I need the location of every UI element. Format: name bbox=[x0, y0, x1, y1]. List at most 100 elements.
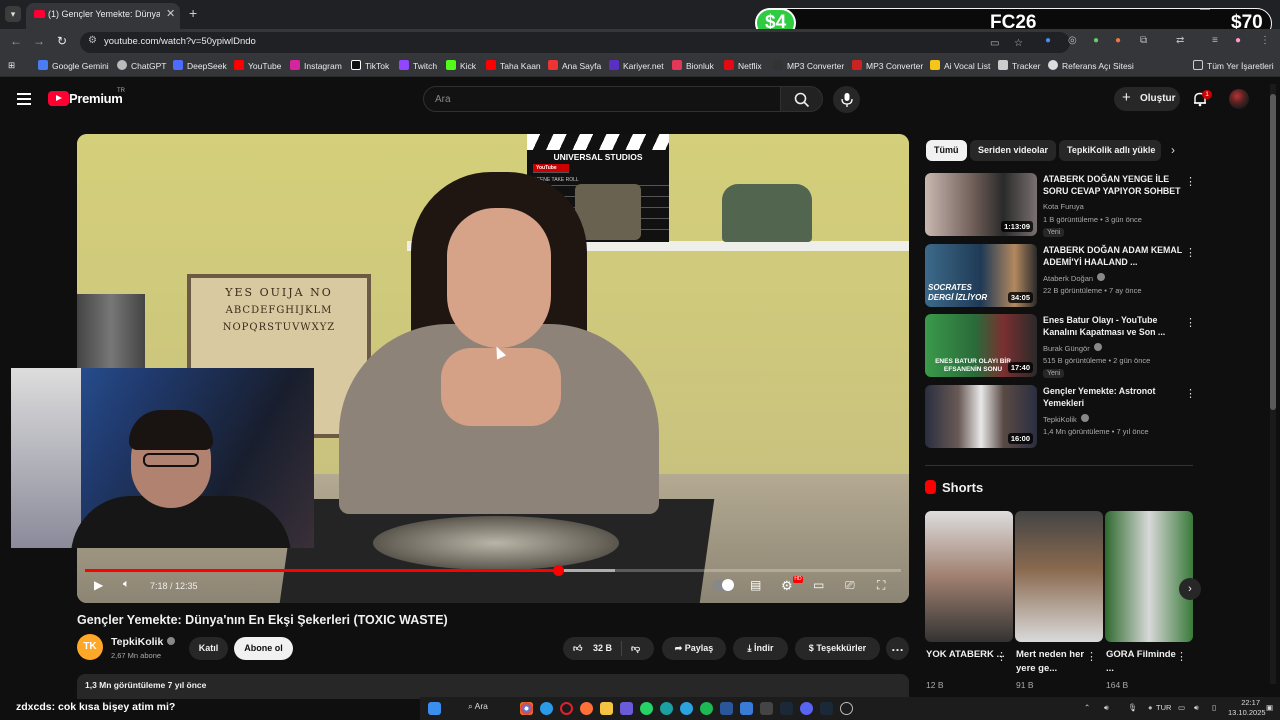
share-button[interactable]: ➦ Paylaş bbox=[662, 637, 726, 660]
autoplay-toggle[interactable] bbox=[712, 579, 734, 591]
bookmark-item[interactable]: MP3 Converter bbox=[852, 60, 923, 71]
fullscreen-icon[interactable]: ⛶ bbox=[877, 578, 885, 593]
search-button[interactable] bbox=[781, 86, 823, 112]
scrollbar-thumb[interactable] bbox=[1270, 94, 1276, 410]
steam-icon[interactable] bbox=[780, 702, 793, 715]
tray-mic-icon[interactable]: 🎙︎ bbox=[1128, 703, 1138, 712]
site-info-icon[interactable]: ⚙ bbox=[88, 35, 97, 46]
telegram-icon[interactable] bbox=[680, 702, 693, 715]
bookmark-star-icon[interactable]: ☆ bbox=[1014, 38, 1023, 49]
account-avatar[interactable] bbox=[1229, 89, 1249, 109]
volume-icon[interactable]: 🔈︎ bbox=[123, 578, 130, 591]
subtitles-icon[interactable]: ▤ bbox=[750, 578, 761, 592]
join-button[interactable]: Katıl bbox=[189, 637, 228, 660]
language-indicator[interactable]: TUR bbox=[1156, 703, 1171, 712]
like-count[interactable]: 32 B bbox=[593, 637, 612, 660]
bookmark-item[interactable]: ChatGPT bbox=[117, 60, 166, 71]
recommendation-item[interactable]: 16:00 Gençler Yemekte: Astronot Yemekler… bbox=[925, 385, 1196, 451]
more-options-icon[interactable]: ⋮ bbox=[1185, 316, 1196, 329]
play-icon[interactable]: ▶ bbox=[94, 578, 103, 592]
short-title[interactable]: YOK ATABERK ... bbox=[926, 648, 1006, 662]
volume-tray-icon[interactable]: 🔊︎ bbox=[1194, 703, 1199, 713]
channel-avatar[interactable]: TK bbox=[77, 634, 103, 660]
close-tab-icon[interactable]: ✕ bbox=[166, 3, 175, 25]
channel-name[interactable]: TepkiKolik bbox=[111, 636, 176, 648]
more-options-icon[interactable]: ⋮ bbox=[1176, 650, 1187, 663]
download-button[interactable]: ⤓ İndir bbox=[733, 637, 788, 660]
bookmark-item[interactable]: Ana Sayfa bbox=[548, 60, 601, 71]
short-title[interactable]: GORA Filminde ... bbox=[1106, 648, 1186, 676]
bookmark-item[interactable]: Google Gemini bbox=[38, 60, 109, 71]
edge-icon[interactable] bbox=[540, 702, 553, 715]
more-options-icon[interactable]: ⋮ bbox=[1185, 387, 1196, 400]
video-thumbnail[interactable]: 16:00 bbox=[925, 385, 1037, 448]
video-thumbnail[interactable]: ENES BATUR OLAYI BİR EFSANENİN SONU 17:4… bbox=[925, 314, 1037, 377]
bookmark-item[interactable]: Twitch bbox=[399, 60, 437, 71]
video-progress-bar[interactable] bbox=[85, 565, 901, 576]
tab-search-icon[interactable]: ▾ bbox=[5, 6, 21, 22]
chip-series[interactable]: Seriden videolar bbox=[970, 140, 1057, 161]
like-thumb-icon[interactable]: 👍︎ bbox=[573, 637, 582, 660]
firefox-icon[interactable] bbox=[580, 702, 593, 715]
new-tab-icon[interactable]: + bbox=[189, 5, 197, 21]
back-icon[interactable]: ← bbox=[10, 34, 22, 48]
chevron-right-icon[interactable]: › bbox=[1171, 143, 1175, 157]
menu-kebab-icon[interactable]: ⋮ bbox=[1260, 35, 1270, 46]
spotify-icon[interactable] bbox=[700, 702, 713, 715]
clock[interactable]: 22:17 13.10.2025 bbox=[1228, 698, 1266, 718]
profile-icon[interactable]: ● bbox=[1235, 35, 1241, 46]
video-thumbnail[interactable]: 1:13:09 bbox=[925, 173, 1037, 236]
all-bookmarks-folder[interactable]: Tüm Yer İşaretleri bbox=[1193, 60, 1274, 71]
steam-icon[interactable] bbox=[820, 702, 833, 715]
more-options-icon[interactable]: ⋮ bbox=[1086, 650, 1097, 663]
bookmark-item[interactable]: TikTok bbox=[351, 60, 389, 71]
taskbar-search[interactable]: ⌕ Ara bbox=[468, 701, 488, 712]
install-icon[interactable]: ▭ bbox=[990, 38, 999, 49]
media-icon[interactable]: ≡ bbox=[1212, 35, 1218, 46]
app-icon[interactable] bbox=[760, 702, 773, 715]
reload-icon[interactable]: ↻ bbox=[57, 34, 67, 48]
extensions-puzzle-icon[interactable]: ⧉ bbox=[1140, 35, 1147, 46]
extension-icon[interactable]: ● bbox=[1115, 35, 1121, 46]
tray-audio-icon[interactable]: 🔊︎ bbox=[1104, 703, 1109, 713]
bookmark-item[interactable]: DeepSeek bbox=[173, 60, 227, 71]
bookmark-item[interactable]: MP3 Converter bbox=[773, 60, 844, 71]
short-thumbnail[interactable] bbox=[1105, 511, 1193, 642]
more-options-icon[interactable]: ⋮ bbox=[996, 650, 1007, 663]
bookmark-item[interactable]: Ai Vocal List bbox=[930, 60, 990, 71]
forward-icon[interactable]: → bbox=[33, 34, 45, 48]
chrome-icon[interactable] bbox=[520, 702, 533, 715]
cast-icon[interactable]: ⎚ bbox=[845, 578, 855, 593]
hamburger-menu-icon[interactable] bbox=[17, 93, 31, 105]
bookmark-item[interactable]: Kick bbox=[446, 60, 476, 71]
search-input[interactable]: Ara bbox=[423, 86, 781, 112]
extension-icon[interactable]: ● bbox=[1045, 35, 1051, 46]
bookmark-item[interactable]: YouTube bbox=[234, 60, 281, 71]
opera-icon[interactable] bbox=[560, 702, 573, 715]
bookmark-item[interactable]: Netflix bbox=[724, 60, 762, 71]
folder-icon[interactable] bbox=[600, 702, 613, 715]
app-icon[interactable] bbox=[740, 702, 753, 715]
description-box[interactable]: 1,3 Mn görüntüleme 7 yıl önce bbox=[77, 674, 909, 699]
browser-tab-active[interactable]: (1) Gençler Yemekte: Dünya'nın ✕ bbox=[26, 3, 180, 29]
create-button[interactable]: + Oluştur bbox=[1114, 87, 1180, 111]
more-actions-icon[interactable]: … bbox=[886, 637, 909, 660]
video-thumbnail[interactable]: SOCRATES DERGİ İZLİYOR 34:05 bbox=[925, 244, 1037, 307]
network-icon[interactable]: ▭ bbox=[1178, 703, 1185, 712]
chip-channel-uploads[interactable]: TepkiKolik adlı yükle bbox=[1059, 140, 1161, 161]
voice-search-button[interactable] bbox=[833, 86, 860, 113]
short-title[interactable]: Mert neden her yere ge... bbox=[1016, 648, 1096, 676]
recommendation-item[interactable]: 1:13:09 ATABERK DOĞAN YENGE İLE SORU CEV… bbox=[925, 173, 1196, 239]
extension-icon[interactable]: ◎ bbox=[1068, 35, 1077, 46]
more-options-icon[interactable]: ⋮ bbox=[1185, 246, 1196, 259]
theater-mode-icon[interactable]: ▭ bbox=[813, 578, 824, 592]
bookmark-item[interactable]: Taha Kaan bbox=[486, 60, 541, 71]
translate-icon[interactable]: ⇄ bbox=[1176, 35, 1184, 46]
bookmark-item[interactable]: Referans Açı Sitesi bbox=[1048, 60, 1134, 71]
short-thumbnail[interactable] bbox=[925, 511, 1013, 642]
recommendation-item[interactable]: ENES BATUR OLAYI BİR EFSANENİN SONU 17:4… bbox=[925, 314, 1196, 380]
dislike-thumb-icon[interactable]: 👎︎ bbox=[631, 637, 640, 660]
settings-gear-icon[interactable]: ⚙ bbox=[781, 578, 793, 594]
app-icon[interactable] bbox=[720, 702, 733, 715]
windows-start-icon[interactable] bbox=[428, 702, 441, 715]
